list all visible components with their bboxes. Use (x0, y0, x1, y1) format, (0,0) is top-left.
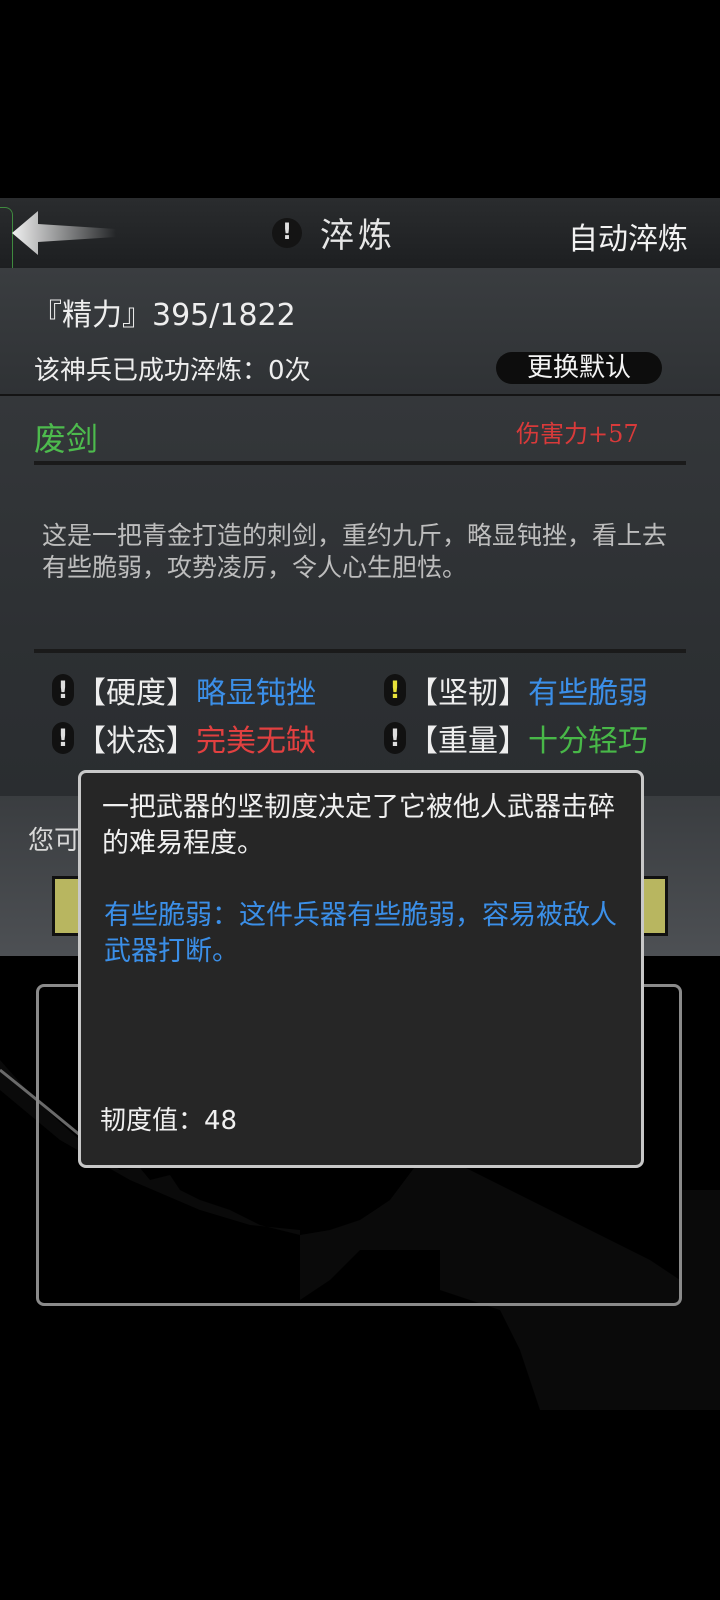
tooltip-detail: 有些脆弱：这件兵器有些脆弱，容易被敌人武器打断。 (104, 900, 617, 967)
attribute-value: 有些脆弱 (528, 676, 648, 711)
attribute-value: 完美无缺 (196, 724, 316, 759)
alert-icon: ! (52, 722, 74, 754)
auto-refine-button[interactable]: 自动淬炼 (568, 214, 688, 258)
attribute-value: 略显钝挫 (196, 676, 316, 711)
toughness-value: 韧度值：48 (100, 1106, 238, 1136)
attribute-label: 【重量】 (408, 724, 528, 759)
alert-icon: ! (384, 722, 406, 754)
attribute-hardness[interactable]: ! 【硬度】略显钝挫 (52, 668, 316, 712)
attribute-toughness[interactable]: ! 【坚韧】有些脆弱 (384, 668, 648, 712)
divider (34, 461, 686, 465)
attribute-weight[interactable]: ! 【重量】十分轻巧 (384, 716, 648, 760)
damage-stat: 伤害力+57 (516, 420, 639, 448)
divider (34, 649, 686, 653)
alert-icon: ! (384, 674, 406, 706)
page-title: 淬炼 (320, 216, 396, 256)
weapon-name: 废剑 (34, 420, 99, 458)
energy-counter: 『精力』395/1822 (32, 298, 296, 333)
attribute-value: 十分轻巧 (528, 724, 648, 759)
hint-text: 您可 (28, 826, 81, 856)
attribute-condition[interactable]: ! 【状态】完美无缺 (52, 716, 316, 760)
back-arrow-icon[interactable] (12, 211, 116, 255)
refine-count-text: 该神兵已成功淬炼：0次 (34, 356, 311, 386)
tooltip-description: 一把武器的坚韧度决定了它被他人武器击碎的难易程度。 (102, 792, 615, 859)
weapon-description: 这是一把青金打造的刺剑，重约九斤，略显钝挫，看上去有些脆弱，攻势凌厉，令人心生胆… (42, 521, 668, 582)
alert-icon: ! (52, 674, 74, 706)
attribute-label: 【状态】 (76, 724, 196, 759)
attribute-label: 【坚韧】 (408, 676, 528, 711)
help-alert-icon[interactable]: ! (272, 218, 302, 248)
attribute-label: 【硬度】 (76, 676, 196, 711)
change-default-button[interactable]: 更换默认 (496, 352, 662, 384)
